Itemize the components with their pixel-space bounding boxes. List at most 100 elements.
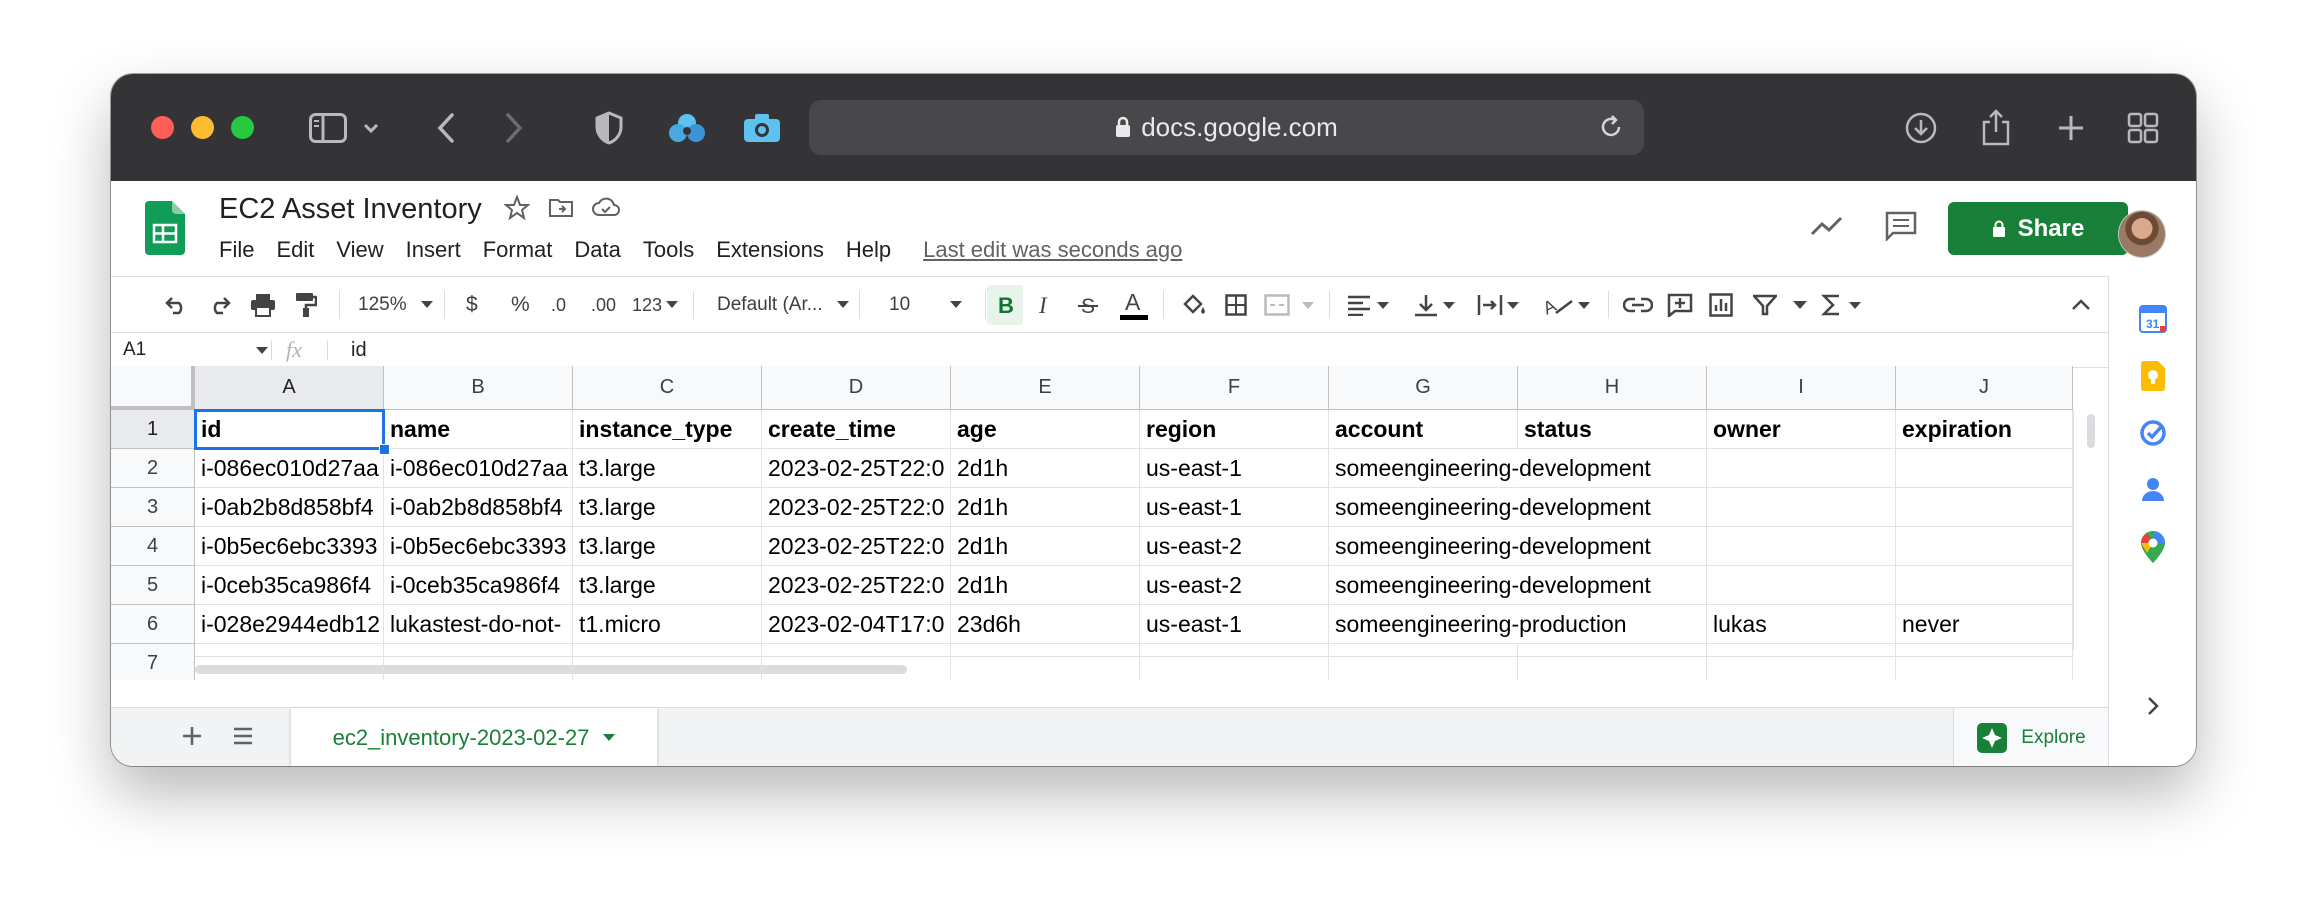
strikethrough-button[interactable]: S (1077, 277, 1099, 333)
cell-g1[interactable]: account (1329, 410, 1518, 449)
cell-b5[interactable]: i-0ceb35ca986f4 (384, 566, 573, 605)
cell-e1[interactable]: age (951, 410, 1140, 449)
cell-a4[interactable]: i-0b5ec6ebc3393 (195, 527, 384, 566)
cell-d1[interactable]: create_time (762, 410, 951, 449)
avatar[interactable] (2119, 211, 2165, 257)
cell-e3[interactable]: 2d1h (951, 488, 1140, 527)
column-header-e[interactable]: E (951, 366, 1140, 410)
cell-g2[interactable]: someengineering-development (1329, 449, 1651, 488)
column-header-d[interactable]: D (762, 366, 951, 410)
cell-i1[interactable]: owner (1707, 410, 1896, 449)
maximize-window-button[interactable] (231, 116, 254, 139)
spreadsheet-grid[interactable]: A B C D E F G H I J 1 id name instance_type create_tim… (111, 366, 2108, 680)
more-formats-button[interactable]: 123 (632, 277, 679, 333)
text-wrap-icon[interactable] (1477, 277, 1521, 333)
cell-e7[interactable] (951, 644, 1140, 680)
contacts-icon[interactable] (2138, 475, 2168, 505)
sheets-logo-icon[interactable] (145, 201, 185, 260)
menu-view[interactable]: View (336, 237, 383, 263)
name-box[interactable]: A1 (123, 333, 268, 367)
cell-a7[interactable] (195, 644, 384, 680)
cell-d4[interactable]: 2023-02-25T22:0 (762, 527, 951, 566)
italic-button[interactable]: I (1036, 277, 1054, 333)
cell-j6[interactable]: never (1896, 605, 2073, 644)
cell-h7[interactable] (1518, 644, 1707, 680)
cell-i7[interactable] (1707, 644, 1896, 680)
cell-i6[interactable]: lukas (1707, 605, 1896, 644)
insert-link-icon[interactable] (1623, 277, 1653, 333)
cell-a2[interactable]: i-086ec010d27aa (195, 449, 384, 488)
cell-d6[interactable]: 2023-02-04T17:0 (762, 605, 951, 644)
chevron-down-icon[interactable] (361, 108, 381, 148)
row-header-1[interactable]: 1 (111, 410, 195, 449)
column-header-f[interactable]: F (1140, 366, 1329, 410)
cell-j7[interactable] (1896, 644, 2073, 680)
camera-icon[interactable] (741, 108, 783, 148)
cell-d5[interactable]: 2023-02-25T22:0 (762, 566, 951, 605)
font-size-select[interactable]: 10 (889, 277, 979, 333)
column-header-a[interactable]: A (195, 366, 384, 410)
add-sheet-icon[interactable] (181, 725, 203, 752)
column-header-c[interactable]: C (573, 366, 762, 410)
trending-icon[interactable] (1810, 215, 1844, 242)
cell-g6[interactable]: someengineering-production (1329, 605, 1627, 644)
undo-icon[interactable] (163, 277, 189, 333)
cell-j2[interactable] (1896, 449, 2073, 488)
comment-icon[interactable] (1885, 211, 1917, 246)
menu-insert[interactable]: Insert (406, 237, 461, 263)
shield-icon[interactable] (591, 108, 627, 148)
filter-icon[interactable] (1753, 277, 1777, 333)
collapse-toolbar-icon[interactable] (2071, 277, 2091, 333)
cell-e2[interactable]: 2d1h (951, 449, 1140, 488)
maps-icon[interactable] (2138, 531, 2168, 563)
row-header-7[interactable]: 7 (111, 644, 195, 680)
all-sheets-icon[interactable] (232, 727, 254, 750)
cell-f5[interactable]: us-east-2 (1140, 566, 1329, 605)
cell-f3[interactable]: us-east-1 (1140, 488, 1329, 527)
cell-a3[interactable]: i-0ab2b8d858bf4 (195, 488, 384, 527)
cell-c2[interactable]: t3.large (573, 449, 762, 488)
cell-h1[interactable]: status (1518, 410, 1707, 449)
column-header-b[interactable]: B (384, 366, 573, 410)
column-header-g[interactable]: G (1329, 366, 1518, 410)
text-rotation-icon[interactable]: A (1542, 277, 1592, 333)
cell-b1[interactable]: name (384, 410, 573, 449)
star-icon[interactable] (503, 194, 531, 226)
bold-button[interactable]: B (987, 285, 1023, 325)
cell-e4[interactable]: 2d1h (951, 527, 1140, 566)
menu-file[interactable]: File (219, 237, 254, 263)
cell-g3[interactable]: someengineering-development (1329, 488, 1651, 527)
vertical-align-icon[interactable] (1413, 277, 1457, 333)
move-icon[interactable] (548, 196, 574, 223)
cell-j1[interactable]: expiration (1896, 410, 2073, 449)
document-title[interactable]: EC2 Asset Inventory (219, 193, 482, 226)
menu-extensions[interactable]: Extensions (716, 237, 824, 263)
cell-i2[interactable] (1707, 449, 1896, 488)
vertical-scrollbar[interactable] (2073, 410, 2108, 650)
cloud-icon[interactable] (592, 197, 620, 222)
forward-icon[interactable] (499, 108, 529, 148)
cell-c7[interactable] (573, 644, 762, 680)
row-header-2[interactable]: 2 (111, 449, 195, 488)
column-header-h[interactable]: H (1518, 366, 1707, 410)
menu-tools[interactable]: Tools (643, 237, 694, 263)
percent-format-button[interactable]: % (511, 277, 530, 333)
redo-icon[interactable] (207, 277, 233, 333)
cell-i3[interactable] (1707, 488, 1896, 527)
cell-d3[interactable]: 2023-02-25T22:0 (762, 488, 951, 527)
merge-cells-icon[interactable] (1264, 277, 1316, 333)
menu-help[interactable]: Help (846, 237, 891, 263)
extension-icon[interactable] (666, 108, 708, 148)
fill-color-icon[interactable] (1181, 277, 1207, 333)
cell-c3[interactable]: t3.large (573, 488, 762, 527)
close-window-button[interactable] (151, 116, 174, 139)
cell-e6[interactable]: 23d6h (951, 605, 1140, 644)
cell-a5[interactable]: i-0ceb35ca986f4 (195, 566, 384, 605)
cell-j3[interactable] (1896, 488, 2073, 527)
row-header-4[interactable]: 4 (111, 527, 195, 566)
menu-data[interactable]: Data (574, 237, 620, 263)
currency-format-button[interactable]: $ (466, 277, 478, 333)
column-header-j[interactable]: J (1896, 366, 2073, 410)
cell-c1[interactable]: instance_type (573, 410, 762, 449)
cell-i4[interactable] (1707, 527, 1896, 566)
